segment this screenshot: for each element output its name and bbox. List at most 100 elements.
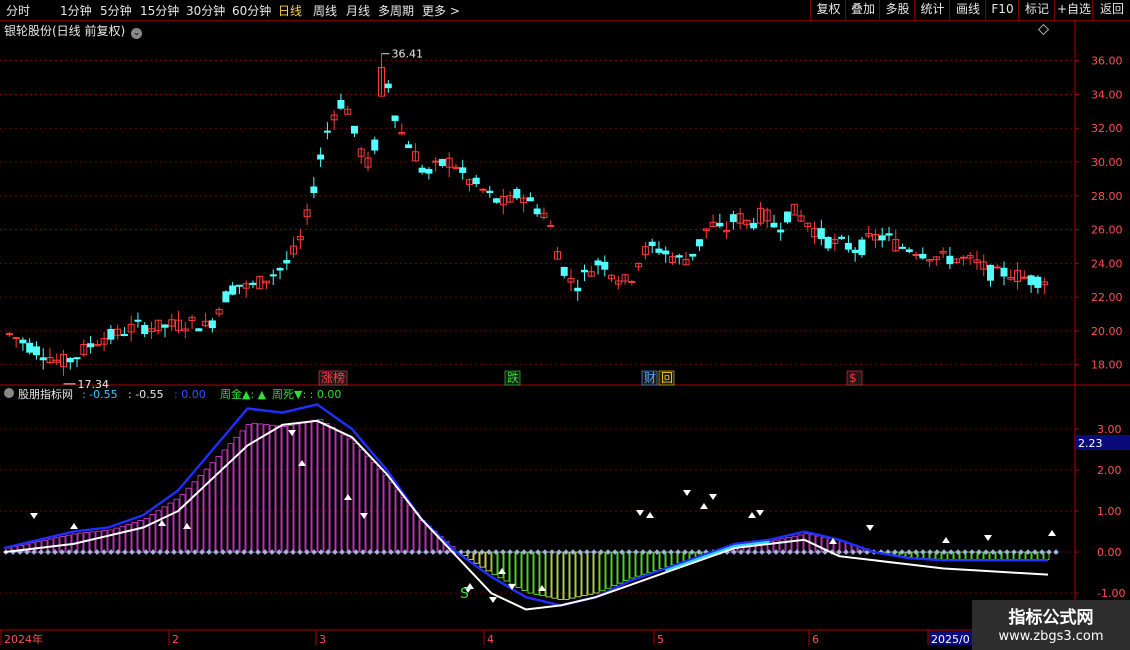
timeframe-tab-6[interactable]: 日线: [278, 2, 302, 19]
candle-body: [384, 83, 392, 89]
timeframe-tab-3[interactable]: 15分钟: [140, 2, 179, 19]
zero-line-dot: [633, 549, 639, 555]
histogram-bar: [89, 531, 96, 553]
toolbar-button-0[interactable]: 复权: [810, 0, 846, 19]
x-axis-label: 2024年: [4, 632, 43, 646]
histogram-bar: [101, 530, 108, 553]
histogram-bar: [401, 497, 408, 553]
diamond-icon[interactable]: [1037, 23, 1050, 36]
histogram-bar: [797, 534, 804, 553]
indicator-tick-label: 3.00: [1097, 423, 1122, 436]
timeframe-tab-0[interactable]: 分时: [6, 2, 30, 19]
candle-body: [107, 329, 115, 340]
candle-body: [750, 222, 758, 229]
toolbar-button-1[interactable]: 叠加: [845, 0, 880, 19]
histogram-bar: [533, 551, 540, 595]
x-axis-label: 2: [172, 633, 179, 646]
candle-body: [1000, 267, 1008, 277]
x-axis-label: 3: [319, 633, 326, 646]
zero-line-dot: [80, 549, 86, 555]
histogram-bar: [311, 419, 318, 553]
zero-line-dot: [591, 549, 597, 555]
histogram-bar: [353, 443, 360, 553]
histogram-bar: [329, 426, 336, 553]
histogram-bar: [125, 523, 132, 553]
candle-body: [858, 239, 866, 255]
zero-line-dot: [969, 549, 975, 555]
histogram-bar: [383, 474, 390, 553]
histogram-bar: [185, 487, 192, 553]
histogram-bar: [509, 551, 516, 585]
watermark-title: 指标公式网: [1008, 608, 1094, 628]
timeframe-tab-2[interactable]: 5分钟: [100, 2, 132, 19]
zero-line-dot: [164, 549, 170, 555]
histogram-bar: [965, 551, 972, 560]
histogram-bar: [605, 551, 612, 589]
toolbar-button-6[interactable]: 标记: [1018, 0, 1055, 19]
current-value-badge: 2.23: [1078, 437, 1103, 450]
toolbar-button-2[interactable]: 多股: [879, 0, 915, 19]
histogram-bar: [413, 512, 420, 553]
candle-body: [32, 346, 40, 356]
indicator-toggle-icon[interactable]: [4, 388, 14, 398]
timeframe-tab-1[interactable]: 1分钟: [60, 2, 92, 19]
timeframe-tab-7[interactable]: 周线: [313, 2, 337, 19]
histogram-bar: [167, 502, 174, 553]
candle-body: [675, 255, 683, 258]
histogram-bar: [515, 551, 522, 588]
zero-line-dot: [920, 549, 926, 555]
toolbar-button-5[interactable]: F10: [985, 0, 1019, 19]
timeframe-tab-9[interactable]: 多周期: [378, 2, 414, 19]
zero-line-dot: [836, 549, 842, 555]
zero-line-dot: [1011, 549, 1017, 555]
zero-line-dot: [332, 549, 338, 555]
candle-body: [648, 241, 656, 247]
indicator-tick-label: 2.00: [1097, 464, 1122, 477]
event-marker-label: $: [849, 371, 857, 385]
zero-line-dot: [171, 549, 177, 555]
toolbar-button-8[interactable]: 返回: [1092, 0, 1130, 19]
timeframe-tab-8[interactable]: 月线: [346, 2, 370, 19]
price-tick-label: 20.00: [1091, 325, 1123, 338]
signal-down-arrow: [709, 494, 717, 500]
histogram-bar: [563, 551, 570, 600]
histogram-bar: [173, 498, 180, 553]
candle-body: [993, 266, 1001, 269]
toolbar-button-4[interactable]: 画线: [949, 0, 986, 19]
candle-body: [371, 139, 379, 151]
zero-line-dot: [752, 549, 758, 555]
timeframe-tab-10[interactable]: 更多 >: [422, 2, 460, 19]
watermark-logo: 指标公式网 www.zbgs3.com: [972, 600, 1130, 650]
zero-line-dot: [290, 549, 296, 555]
indicator-value-2: : 0.00: [174, 388, 206, 401]
signal-up-arrow: [748, 512, 756, 518]
histogram-bar: [137, 520, 144, 553]
indicator-tick-label: 1.00: [1097, 505, 1122, 518]
price-tick-label: 28.00: [1091, 190, 1123, 203]
timeframe-tab-5[interactable]: 60分钟: [232, 2, 271, 19]
histogram-bar: [407, 504, 414, 553]
toolbar-button-7[interactable]: +自选: [1054, 0, 1093, 19]
zero-line-dot: [1046, 549, 1052, 555]
toolbar-button-3[interactable]: 统计: [914, 0, 950, 19]
zero-line-dot: [38, 549, 44, 555]
candle-body: [208, 320, 216, 329]
timeframe-tab-4[interactable]: 30分钟: [186, 2, 225, 19]
histogram-bar: [545, 551, 552, 598]
x-axis-label: 2025/0: [931, 633, 970, 646]
zero-line-dot: [759, 549, 765, 555]
candle-body: [472, 177, 480, 185]
candle-body: [560, 266, 568, 276]
candle-body: [276, 267, 284, 271]
candle-body: [418, 167, 426, 173]
signal-down-arrow: [683, 490, 691, 496]
signal-s-marker: S: [460, 586, 469, 602]
candle-body: [283, 259, 291, 264]
zero-line-dot: [843, 549, 849, 555]
zero-line-dot: [297, 549, 303, 555]
candle-body: [655, 248, 663, 253]
candle-body: [959, 256, 967, 259]
histogram-bar: [665, 551, 672, 567]
candle-body: [770, 222, 778, 228]
candle-body: [195, 328, 203, 332]
